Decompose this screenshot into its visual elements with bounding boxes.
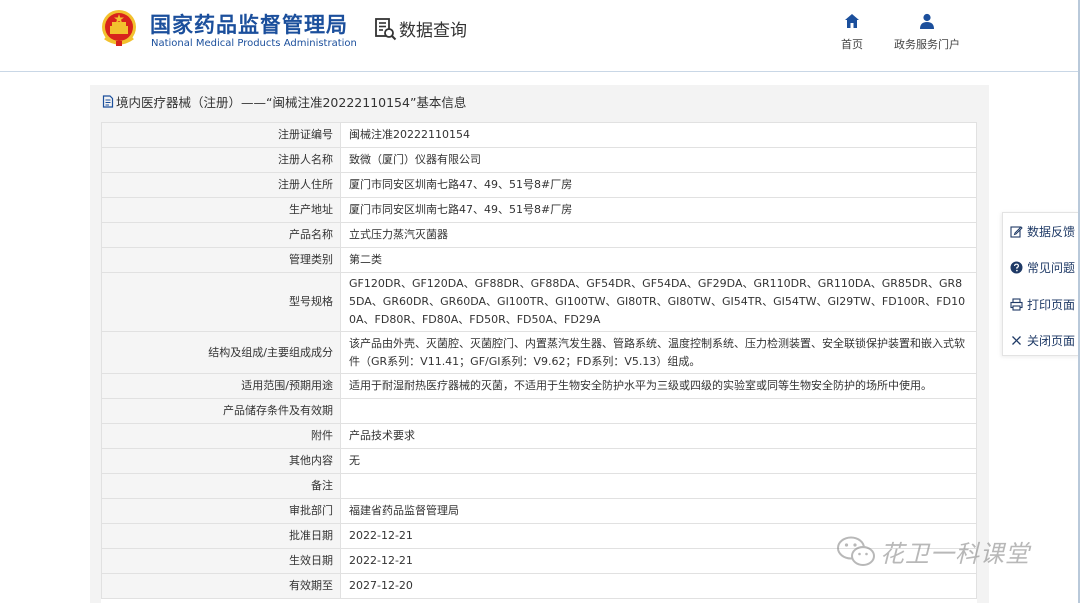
national-emblem-icon[interactable] [99,8,139,48]
field-label: 批准日期 [101,523,341,549]
field-value: 该产品由外壳、灭菌腔、灭菌腔门、内置蒸汽发生器、管路系统、温度控制系统、压力检测… [340,331,977,374]
data-query-link[interactable]: 数据查询 [373,16,467,41]
edit-icon [1010,225,1023,238]
table-row: 生产地址 厦门市同安区圳南七路47、49、51号8#厂房 [101,197,977,223]
table-row: 管理类别 第二类 [101,247,977,273]
field-value: 第二类 [340,247,977,273]
print-label: 打印页面 [1027,297,1076,312]
field-value: 闽械注准20222110154 [340,122,977,148]
question-icon [1010,261,1023,273]
field-label: 生效日期 [101,548,341,574]
close-icon [1012,335,1021,345]
field-label: 其他内容 [101,448,341,474]
record-table-wrapper: 注册证编号 闽械注准20222110154 注册人名称 致微（厦门）仪器有限公司… [101,122,977,603]
field-label: 备注 [101,473,341,499]
field-value: 产品技术要求 [340,423,977,449]
print-button[interactable]: 打印页面 [1010,295,1080,313]
field-label: 结构及组成/主要组成成分 [101,331,341,374]
close-page-label: 关闭页面 [1027,333,1076,348]
field-label: 审批部门 [101,498,341,524]
record-table: 注册证编号 闽械注准20222110154 注册人名称 致微（厦门）仪器有限公司… [101,122,977,599]
field-label: 产品储存条件及有效期 [101,398,341,424]
document-icon [102,95,114,108]
nav-service-portal-label: 政务服务门户 [894,38,960,51]
table-row: 注册人住所 厦门市同安区圳南七路47、49、51号8#厂房 [101,172,977,198]
field-value: GF120DR、GF120DA、GF88DR、GF88DA、GF54DR、GF5… [340,272,977,332]
field-label: 注册人住所 [101,172,341,198]
site-header: 国家药品监督管理局 National Medical Products Admi… [0,0,1080,72]
wechat-icon [837,536,875,566]
brand-title-cn[interactable]: 国家药品监督管理局 [150,9,348,39]
table-row: 其他内容 无 [101,448,977,474]
field-label: 适用范围/预期用途 [101,373,341,399]
user-icon [920,13,934,29]
field-value: 立式压力蒸汽灭菌器 [340,222,977,248]
data-query-label: 数据查询 [399,21,467,41]
watermark-text: 花卫一科课堂 [880,540,1030,568]
feedback-label: 数据反馈 [1027,224,1076,239]
close-page-button[interactable]: 关闭页面 [1010,331,1080,349]
field-label: 附件 [101,423,341,449]
field-value: 致微（厦门）仪器有限公司 [340,147,977,173]
table-row: 备注 [101,473,977,499]
field-value [340,473,977,499]
document-search-icon [375,17,397,40]
field-value [340,398,977,424]
table-row: 结构及组成/主要组成成分 该产品由外壳、灭菌腔、灭菌腔门、内置蒸汽发生器、管路系… [101,331,977,374]
field-value: 福建省药品监督管理局 [340,498,977,524]
field-label: 产品名称 [101,222,341,248]
table-row: 产品名称 立式压力蒸汽灭菌器 [101,222,977,248]
faq-label: 常见问题 [1027,260,1076,275]
panel-title: 境内医疗器械（注册）——“闽械注准20222110154”基本信息 [102,92,466,111]
print-icon [1010,297,1023,311]
panel-title-text: 境内医疗器械（注册）——“闽械注准20222110154”基本信息 [116,95,467,110]
field-value: 厦门市同安区圳南七路47、49、51号8#厂房 [340,197,977,223]
brand-title-en[interactable]: National Medical Products Administration [151,38,357,49]
table-row: 适用范围/预期用途 适用于耐湿耐热医疗器械的灭菌，不适用于生物安全防护水平为三级… [101,373,977,399]
nav-home[interactable]: 首页 [817,12,887,52]
table-row: 附件 产品技术要求 [101,423,977,449]
detail-panel: 境内医疗器械（注册）——“闽械注准20222110154”基本信息 注册证编号 … [90,85,989,603]
floating-toolbar: 数据反馈 常见问题 打印页面 关闭页面 [1002,212,1080,356]
field-label: 生产地址 [101,197,341,223]
nav-service-portal[interactable]: 政务服务门户 [892,12,962,52]
page: 国家药品监督管理局 National Medical Products Admi… [0,0,1080,603]
faq-button[interactable]: 常见问题 [1010,258,1080,276]
field-value: 无 [340,448,977,474]
field-label: 有效期至 [101,573,341,599]
table-row: 产品储存条件及有效期 [101,398,977,424]
field-value: 2027-12-20 [340,573,977,599]
wechat-watermark: 花卫一科课堂 [836,534,1030,569]
table-row: 审批部门 福建省药品监督管理局 [101,498,977,524]
field-label: 注册证编号 [101,122,341,148]
nav-home-label: 首页 [841,38,863,51]
field-label: 型号规格 [101,272,341,332]
home-icon [845,14,859,28]
table-row: 有效期至 2027-12-20 [101,573,977,599]
field-value: 适用于耐湿耐热医疗器械的灭菌，不适用于生物安全防护水平为三级或四级的实验室或同等… [340,373,977,399]
table-row: 注册证编号 闽械注准20222110154 [101,122,977,148]
field-value: 厦门市同安区圳南七路47、49、51号8#厂房 [340,172,977,198]
table-row: 型号规格 GF120DR、GF120DA、GF88DR、GF88DA、GF54D… [101,272,977,332]
feedback-button[interactable]: 数据反馈 [1010,222,1080,240]
field-label: 管理类别 [101,247,341,273]
table-row: 注册人名称 致微（厦门）仪器有限公司 [101,147,977,173]
field-label: 注册人名称 [101,147,341,173]
